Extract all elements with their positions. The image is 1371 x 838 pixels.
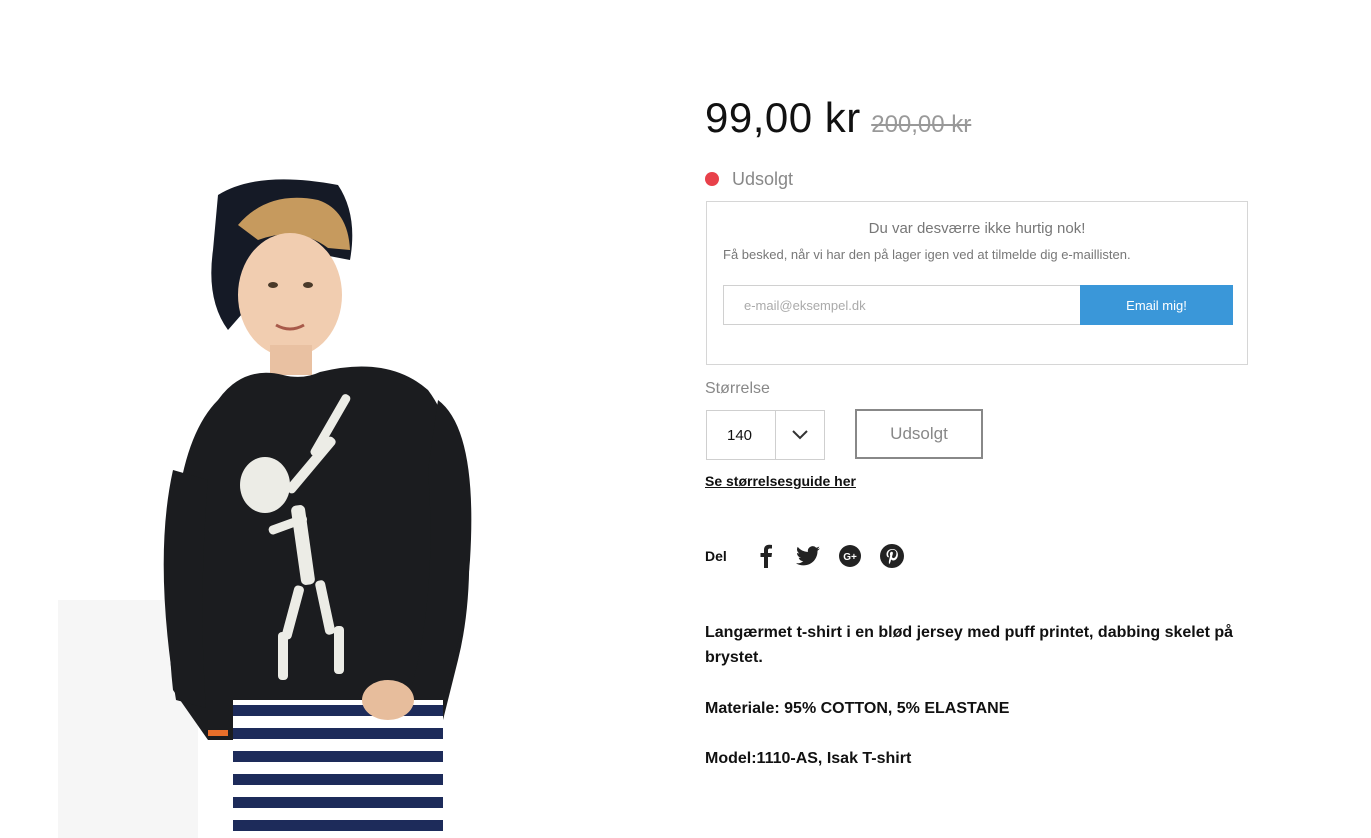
share-label: Del bbox=[705, 548, 727, 564]
price-row: 99,00 kr 200,00 kr bbox=[705, 94, 971, 142]
email-field[interactable] bbox=[723, 285, 1080, 325]
current-price: 99,00 kr bbox=[705, 94, 861, 141]
email-me-button[interactable]: Email mig! bbox=[1080, 285, 1233, 325]
pinterest-icon[interactable] bbox=[871, 540, 913, 572]
size-label: Størrelse bbox=[705, 380, 770, 397]
share-row: Del G+ bbox=[705, 540, 913, 572]
notify-title: Du var desværre ikke hurtig nok! bbox=[868, 220, 1086, 237]
product-material: Materiale: 95% COTTON, 5% ELASTANE bbox=[705, 700, 1010, 717]
size-selected-value: 140 bbox=[707, 411, 776, 459]
back-in-stock-box: Du var desværre ikke hurtig nok! Få besk… bbox=[706, 201, 1248, 365]
old-price: 200,00 kr bbox=[871, 111, 972, 138]
stock-status: Udsolgt bbox=[705, 168, 793, 190]
twitter-icon[interactable] bbox=[787, 540, 829, 572]
product-image bbox=[58, 0, 618, 838]
chevron-down-icon[interactable] bbox=[776, 411, 824, 459]
product-info: 99,00 kr 200,00 kr Udsolgt Du var desvær… bbox=[705, 0, 1250, 838]
product-model: Model:1110-AS, Isak T-shirt bbox=[705, 750, 912, 767]
google-plus-icon[interactable]: G+ bbox=[829, 540, 871, 572]
facebook-icon[interactable] bbox=[745, 540, 787, 572]
size-guide-link[interactable]: Se størrelsesguide her bbox=[705, 473, 856, 489]
product-description: Langærmet t-shirt i en blød jersey med p… bbox=[705, 624, 1234, 666]
notify-subtitle: Få besked, når vi har den på lager igen … bbox=[723, 247, 1131, 262]
size-select[interactable]: 140 bbox=[706, 410, 825, 460]
soldout-button[interactable]: Udsolgt bbox=[855, 409, 983, 459]
stock-status-text: Udsolgt bbox=[732, 168, 794, 189]
svg-text:G+: G+ bbox=[843, 552, 857, 563]
status-dot-icon bbox=[705, 172, 719, 186]
